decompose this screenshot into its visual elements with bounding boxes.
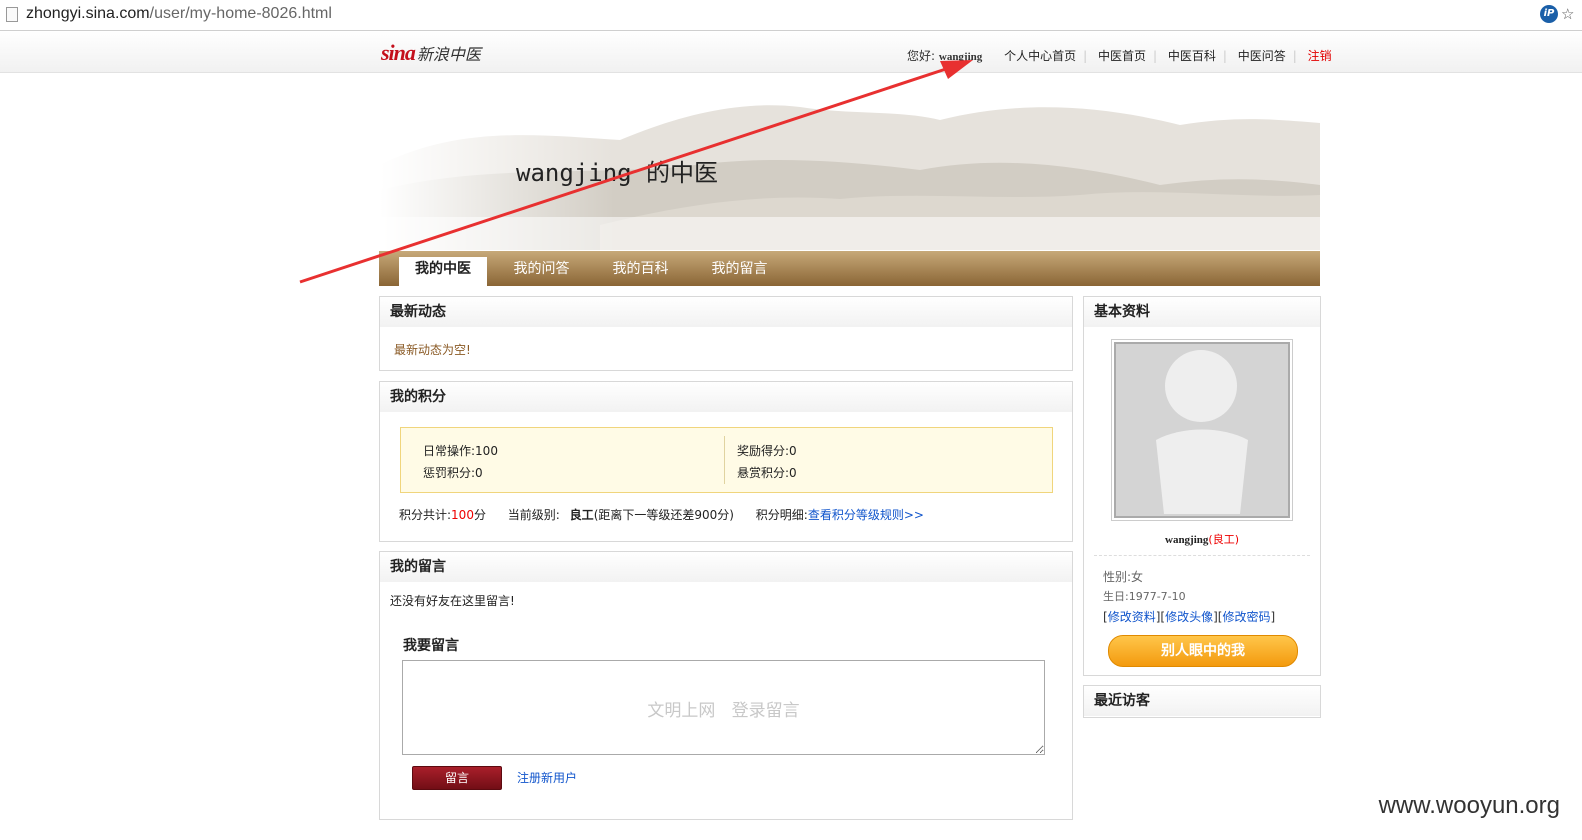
profile-name-line: wangjing(良工) (1084, 531, 1320, 547)
score-summary: 积分共计:100分 当前级别: 良工(距离下一等级还差900分) 积分明细:查看… (399, 508, 924, 522)
profile-title: 基本资料 (1084, 297, 1320, 327)
submit-message-button[interactable]: 留言 (412, 766, 502, 790)
no-messages-text: 还没有好友在这里留言! (390, 594, 515, 608)
tab-my-wenda[interactable]: 我的问答 (504, 257, 579, 286)
edit-password-link[interactable]: 修改密码 (1222, 610, 1270, 624)
nav-baike[interactable]: 中医百科 (1168, 49, 1216, 63)
others-view-button[interactable]: 别人眼中的我 (1108, 635, 1298, 667)
messages-title: 我的留言 (380, 552, 1072, 582)
level-value: 良工 (569, 508, 594, 522)
visitors-title: 最近访客 (1084, 686, 1320, 716)
message-textarea[interactable] (402, 660, 1045, 755)
nav-zhongyi-home[interactable]: 中医首页 (1098, 49, 1146, 63)
ip-extension-icon[interactable]: iP (1540, 5, 1558, 23)
profile-birthday: 生日:1977-7-10 (1103, 590, 1186, 603)
messages-panel: 我的留言 还没有好友在这里留言! 我要留言 留言 注册新用户 (379, 551, 1073, 820)
score-panel: 我的积分 日常操作:100 惩罚积分:0 奖励得分:0 悬赏积分:0 积分共计:… (379, 381, 1073, 542)
score-rules-link[interactable]: 查看积分等级规则>> (808, 508, 924, 522)
total-score: 100 (451, 508, 474, 522)
bounty-score: 悬赏积分:0 (737, 466, 797, 480)
site-header (0, 31, 1582, 73)
profile-level: (良工) (1208, 533, 1239, 546)
penalty-score: 惩罚积分:0 (423, 466, 483, 480)
page-icon (6, 7, 18, 22)
username-label: wangjing (938, 51, 983, 63)
profile-banner: wangjing 的中医 (380, 95, 1320, 250)
tab-my-zhongyi[interactable]: 我的中医 (399, 257, 487, 286)
news-panel: 最新动态 最新动态为空! (379, 296, 1073, 371)
avatar-frame[interactable] (1111, 339, 1293, 521)
sina-logo[interactable]: sina 新浪中医 (381, 40, 481, 66)
tab-my-baike[interactable]: 我的百科 (603, 257, 678, 286)
greeting-label: 您好: (907, 49, 936, 63)
avatar-placeholder-icon (1114, 342, 1290, 518)
reward-score: 奖励得分:0 (737, 444, 797, 458)
compose-title: 我要留言 (403, 638, 459, 654)
nav-wenda[interactable]: 中医问答 (1238, 49, 1286, 63)
watermark-text: www.wooyun.org (1378, 792, 1560, 819)
profile-name: wangjing (1165, 534, 1209, 546)
score-title: 我的积分 (380, 382, 1072, 412)
daily-score: 日常操作:100 (423, 444, 498, 458)
profile-gender: 性别:女 (1103, 570, 1144, 584)
browser-address-bar[interactable]: zhongyi.sina.com/user/my-home-8026.html … (0, 0, 1582, 31)
top-nav: 您好: wangjing 个人中心首页 | 中医首页 | 中医百科 | 中医问答 | 注… (907, 49, 1332, 63)
score-box: 日常操作:100 惩罚积分:0 奖励得分:0 悬赏积分:0 (400, 427, 1053, 493)
profile-edit-links: [修改资料][修改头像][修改密码] (1103, 610, 1276, 624)
page-title: wangjing 的中医 (516, 159, 719, 187)
star-icon[interactable]: ☆ (1561, 5, 1574, 23)
visitors-panel: 最近访客 (1083, 685, 1321, 718)
news-empty-text: 最新动态为空! (394, 343, 471, 357)
address-url[interactable]: zhongyi.sina.com/user/my-home-8026.html (26, 5, 332, 23)
news-title: 最新动态 (380, 297, 1072, 327)
nav-user-home[interactable]: 个人中心首页 (1004, 49, 1076, 63)
profile-divider (1094, 555, 1310, 556)
profile-panel: 基本资料 wangjing(良工) 性别:女 生日:1977-7-10 [修改资… (1083, 296, 1321, 676)
tab-bar: 我的中医 我的问答 我的百科 我的留言 (379, 251, 1320, 286)
tab-my-messages[interactable]: 我的留言 (702, 257, 777, 286)
edit-info-link[interactable]: 修改资料 (1108, 610, 1156, 624)
score-divider (724, 436, 725, 484)
edit-avatar-link[interactable]: 修改头像 (1165, 610, 1213, 624)
register-link[interactable]: 注册新用户 (517, 769, 577, 786)
logout-link[interactable]: 注销 (1308, 49, 1332, 63)
